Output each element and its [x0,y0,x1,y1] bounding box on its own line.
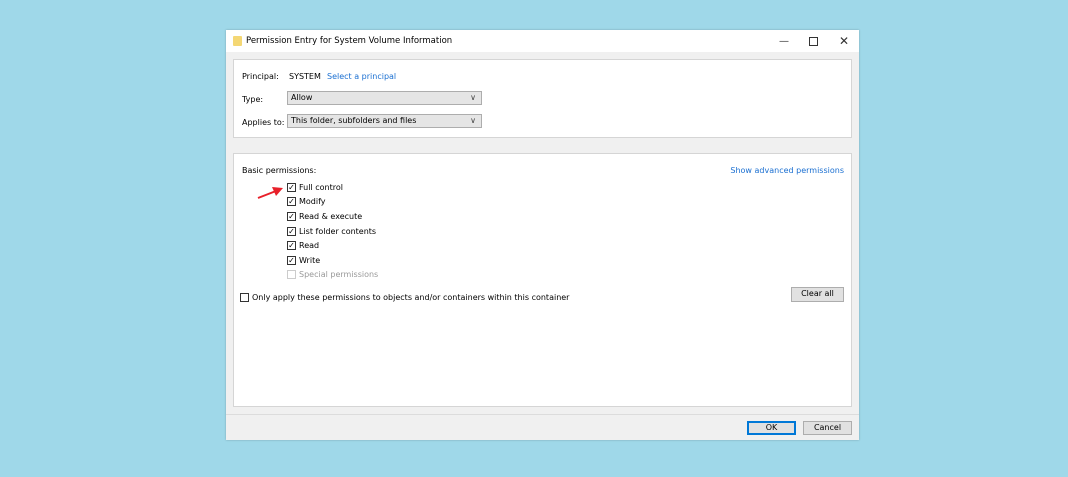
permission-item[interactable]: ✓ Full control [287,180,378,195]
permission-list: ✓ Full control ✓ Modify ✓ Read & execute ✓ List… [287,180,378,282]
chevron-down-icon: ∨ [470,93,476,102]
permission-checkbox[interactable]: ✓ [287,197,296,207]
permission-label: List folder contents [299,226,377,236]
permission-label: Special permissions [299,270,379,280]
basic-permissions-heading: Basic permissions: [242,166,317,175]
minimize-button[interactable]: — [769,32,799,50]
applies-to-label: Applies to: [242,118,285,127]
folder-icon [233,36,242,46]
clear-all-button[interactable]: Clear all [791,287,844,302]
permission-item[interactable]: ✓ Read [287,238,378,253]
applies-to-value: This folder, subfolders and files [291,116,417,125]
only-apply-option[interactable]: Only apply these permissions to objects … [240,290,569,305]
close-button[interactable]: ✕ [829,32,859,50]
permission-item[interactable]: ✓ List folder contents [287,224,378,239]
permission-label: Write [299,255,321,265]
type-select[interactable]: Allow ∨ [287,91,482,105]
permission-checkbox[interactable]: ✓ [287,226,296,236]
principal-label: Principal: [242,72,279,81]
permission-item: Special permissions [287,268,378,283]
type-label: Type: [242,95,264,104]
ok-button[interactable]: OK [747,421,796,435]
footer-divider [226,414,859,415]
permission-checkbox[interactable]: ✓ [287,241,296,251]
maximize-button[interactable] [798,32,828,50]
type-value: Allow [291,93,313,102]
principal-panel: Principal: SYSTEM Select a principal Typ… [233,59,852,138]
window-title: Permission Entry for System Volume Infor… [246,36,453,46]
title-bar: Permission Entry for System Volume Infor… [226,30,859,52]
permission-item[interactable]: ✓ Modify [287,195,378,210]
principal-value: SYSTEM [289,72,321,81]
only-apply-checkbox[interactable] [240,292,249,302]
permissions-panel: Basic permissions: Show advanced permiss… [233,153,852,407]
show-advanced-permissions-link[interactable]: Show advanced permissions [730,166,844,175]
permission-label: Read & execute [299,211,363,221]
chevron-down-icon: ∨ [470,116,476,125]
only-apply-label: Only apply these permissions to objects … [252,292,570,302]
select-principal-link[interactable]: Select a principal [327,72,396,81]
permission-checkbox[interactable]: ✓ [287,182,296,192]
permission-checkbox[interactable]: ✓ [287,255,296,265]
permission-checkbox [287,270,296,280]
red-arrow-annotation [257,187,283,199]
permission-label: Read [299,241,320,251]
cancel-button[interactable]: Cancel [803,421,852,435]
permission-item[interactable]: ✓ Write [287,253,378,268]
permission-entry-dialog: Permission Entry for System Volume Infor… [226,30,859,440]
permission-checkbox[interactable]: ✓ [287,211,296,221]
applies-to-select[interactable]: This folder, subfolders and files ∨ [287,114,482,128]
permission-label: Full control [299,182,343,192]
permission-item[interactable]: ✓ Read & execute [287,209,378,224]
permission-label: Modify [299,197,326,207]
